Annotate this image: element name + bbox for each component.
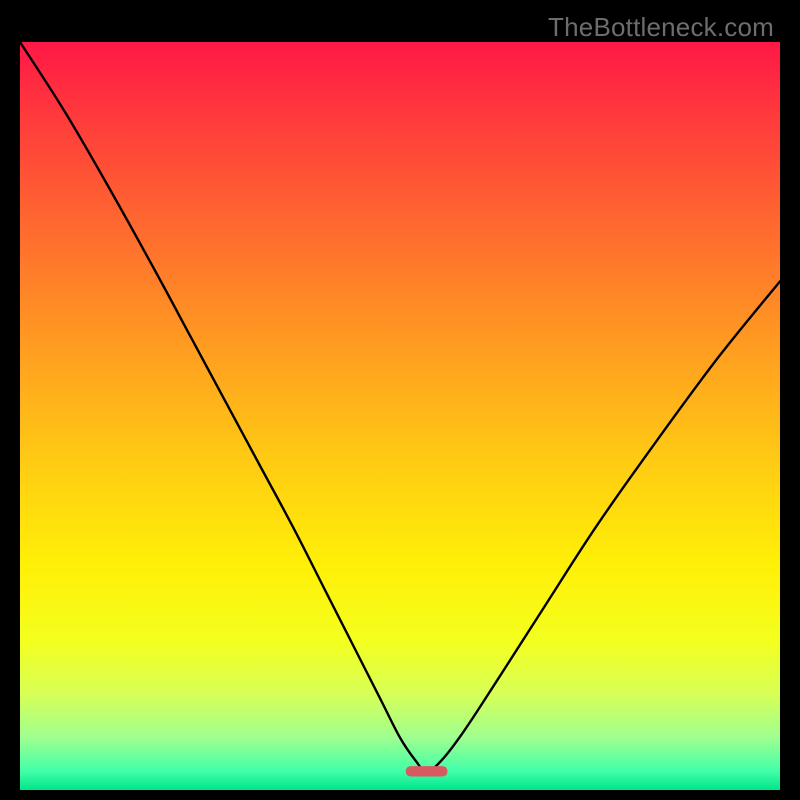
gradient-background (20, 42, 780, 790)
watermark-text: TheBottleneck.com (548, 12, 774, 43)
chart-frame: TheBottleneck.com (10, 10, 790, 790)
plot-area (20, 42, 780, 790)
chart-svg (20, 42, 780, 790)
optimal-marker (406, 766, 448, 776)
